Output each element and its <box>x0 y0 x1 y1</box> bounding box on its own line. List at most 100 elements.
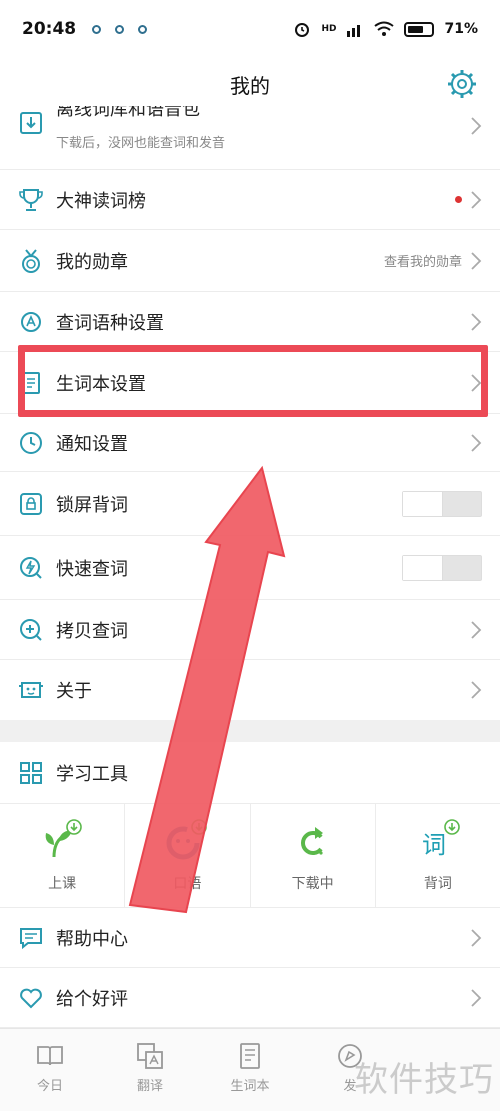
chevron-right-icon <box>471 190 482 209</box>
row-leaderboard[interactable]: 大神读词榜 <box>0 170 500 230</box>
settings-gear-icon[interactable] <box>446 68 478 100</box>
row-label: 离线词库和语音包 <box>56 106 200 120</box>
tab-today[interactable]: 今日 <box>0 1029 100 1111</box>
alarm-icon <box>295 23 310 37</box>
row-copy-lookup[interactable]: 拷贝查词 <box>0 600 500 660</box>
lightning-search-icon <box>18 555 44 581</box>
row-help-center[interactable]: 帮助中心 <box>0 908 500 968</box>
status-right: HD 71% <box>293 20 478 38</box>
tool-speaking[interactable]: 口语 <box>125 804 251 907</box>
row-text: 给个好评 <box>56 985 470 1011</box>
svg-text:词: 词 <box>422 831 446 859</box>
word-icon: 词 <box>422 818 460 859</box>
row-label: 通知设置 <box>56 433 128 455</box>
notification-icons <box>92 24 148 34</box>
notification-dot-icon <box>138 24 148 34</box>
row-medals[interactable]: 我的勋章 查看我的勋章 <box>0 230 500 292</box>
row-text: 锁屏背词 <box>56 491 402 517</box>
battery-fill <box>408 25 423 33</box>
status-time: 20:48 <box>22 19 77 39</box>
row-rate-app[interactable]: 给个好评 <box>0 968 500 1028</box>
tab-label: 翻译 <box>136 1078 163 1094</box>
row-learning-tools: 学习工具 <box>0 742 500 804</box>
section-title: 学习工具 <box>56 763 128 785</box>
notification-dot-icon <box>92 24 102 34</box>
row-text: 帮助中心 <box>56 925 470 951</box>
row-text: 我的勋章 <box>56 248 384 274</box>
row-label: 查词语种设置 <box>56 312 164 334</box>
row-label: 快速查词 <box>56 558 128 580</box>
row-about[interactable]: 关于 <box>0 660 500 720</box>
row-right <box>455 190 482 210</box>
chevron-right-icon <box>471 988 482 1007</box>
grid-icon <box>18 760 44 786</box>
tool-label: 背词 <box>423 875 452 892</box>
toggle-knob <box>403 555 443 580</box>
chevron-right-icon <box>471 117 482 135</box>
row-label: 我的勋章 <box>56 251 128 273</box>
row-label: 关于 <box>56 681 92 702</box>
quick-lookup-toggle[interactable] <box>402 554 482 581</box>
network-label: HD <box>321 24 337 34</box>
row-text: 关于 <box>56 677 470 703</box>
tool-label: 口语 <box>173 875 202 892</box>
chevron-right-icon <box>471 928 482 947</box>
help-chat-icon <box>18 925 44 951</box>
status-bar: 20:48 HD 71% <box>0 0 500 58</box>
row-right: 查看我的勋章 <box>384 251 482 271</box>
tab-wordbook[interactable]: 生词本 <box>200 1029 300 1111</box>
page-title: 我的 <box>230 73 270 98</box>
chevron-right-icon <box>471 312 482 331</box>
tab-label: 生词本 <box>230 1078 270 1094</box>
row-text: 通知设置 <box>56 430 470 456</box>
row-text: 学习工具 <box>56 760 482 786</box>
chevron-right-icon <box>471 433 482 452</box>
chevron-right-icon <box>471 251 482 270</box>
chevron-right-icon <box>471 620 482 639</box>
row-offline-dictionary[interactable]: 离线词库和语音包 下载后，没网也能查词和发音 <box>0 106 500 170</box>
row-lockscreen-words: 锁屏背词 <box>0 472 500 536</box>
row-text: 查词语种设置 <box>56 309 470 335</box>
refresh-icon <box>300 826 323 855</box>
row-language-settings[interactable]: 查词语种设置 <box>0 292 500 352</box>
nav-bar: 我的 <box>0 58 500 110</box>
row-label: 给个好评 <box>56 988 128 1010</box>
row-text: 拷贝查词 <box>56 617 470 643</box>
tool-downloading[interactable]: 下载中 <box>251 804 376 907</box>
row-right <box>470 312 482 332</box>
row-right <box>470 988 482 1008</box>
medal-icon <box>18 248 44 274</box>
heart-icon <box>18 985 44 1011</box>
tool-class[interactable]: 上课 <box>0 804 126 907</box>
row-label: 大神读词榜 <box>56 190 146 212</box>
row-right <box>470 116 482 136</box>
tab-label: 今日 <box>36 1078 63 1094</box>
highlight-box <box>18 345 488 417</box>
speaking-icon <box>166 818 208 859</box>
tools-grid: 上课 口语 下载中 词 背词 <box>0 804 500 908</box>
mascot-icon <box>18 677 44 703</box>
tool-label: 下载中 <box>291 875 334 892</box>
toggle-knob <box>403 491 443 516</box>
lock-icon <box>18 491 44 517</box>
watermark-text: 软件技巧 <box>354 1060 494 1100</box>
translate-icon <box>137 1042 163 1069</box>
section-divider <box>0 720 500 742</box>
view-medals-link[interactable]: 查看我的勋章 <box>384 251 462 270</box>
search-plus-icon <box>18 617 44 643</box>
row-right <box>470 680 482 700</box>
tab-translate[interactable]: 翻译 <box>100 1029 200 1111</box>
book-open-icon <box>37 1045 63 1065</box>
settings-list: 离线词库和语音包 下载后，没网也能查词和发音 大神读词榜 我的勋章 查看我的勋章 <box>0 106 500 1028</box>
new-badge-dot <box>455 196 462 203</box>
battery-percent: 71% <box>444 21 478 37</box>
row-right <box>470 928 482 948</box>
row-right <box>470 433 482 453</box>
notification-dot-icon <box>115 24 125 34</box>
signal-icon <box>347 25 361 37</box>
tool-memorize[interactable]: 词 背词 <box>376 804 500 907</box>
row-notification-settings[interactable]: 通知设置 <box>0 414 500 472</box>
lockscreen-toggle[interactable] <box>402 490 482 517</box>
tool-label: 上课 <box>48 875 77 892</box>
row-text: 大神读词榜 <box>56 187 455 213</box>
